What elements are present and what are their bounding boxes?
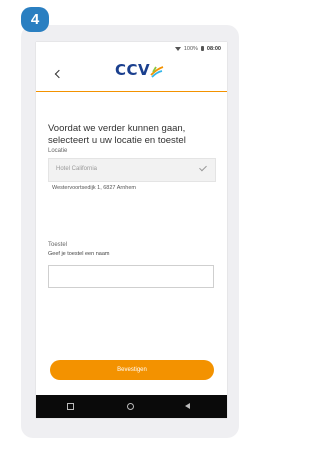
android-nav-bar — [36, 395, 227, 418]
app-bar: CCV — [36, 55, 227, 91]
location-address: Westervoortsedijk 1, 6827 Arnhem — [52, 185, 136, 191]
logo-swoosh-icon — [150, 66, 164, 78]
step-badge: 4 — [21, 7, 49, 32]
battery-percentage: 100% — [183, 45, 198, 52]
back-triangle-icon[interactable] — [185, 403, 190, 409]
check-icon — [199, 163, 207, 172]
device-label: Toestel — [48, 242, 68, 248]
device-name-input[interactable] — [48, 265, 214, 288]
location-label: Locatie — [48, 148, 68, 154]
phone-screen: 100% 08:00 CCV Voordat we verder kunnen … — [36, 42, 227, 418]
battery-icon — [200, 46, 204, 51]
page-heading: Voordat we verder kunnen gaan, selecteer… — [48, 123, 186, 146]
confirm-button[interactable]: Bevestigen — [50, 360, 214, 380]
recent-apps-icon[interactable] — [67, 403, 74, 410]
back-arrow-icon[interactable] — [54, 69, 64, 79]
ccv-logo: CCV — [115, 62, 164, 78]
wifi-icon — [174, 46, 181, 51]
location-value: Hotel California — [56, 166, 98, 172]
logo-text: CCV — [115, 61, 151, 79]
home-icon[interactable] — [127, 403, 134, 410]
device-hint: Geef je toestel een naam — [48, 251, 110, 257]
status-bar: 100% 08:00 — [36, 42, 227, 55]
status-time: 08:00 — [206, 45, 221, 52]
header-divider — [36, 91, 227, 92]
location-field[interactable]: Hotel California — [48, 158, 216, 182]
